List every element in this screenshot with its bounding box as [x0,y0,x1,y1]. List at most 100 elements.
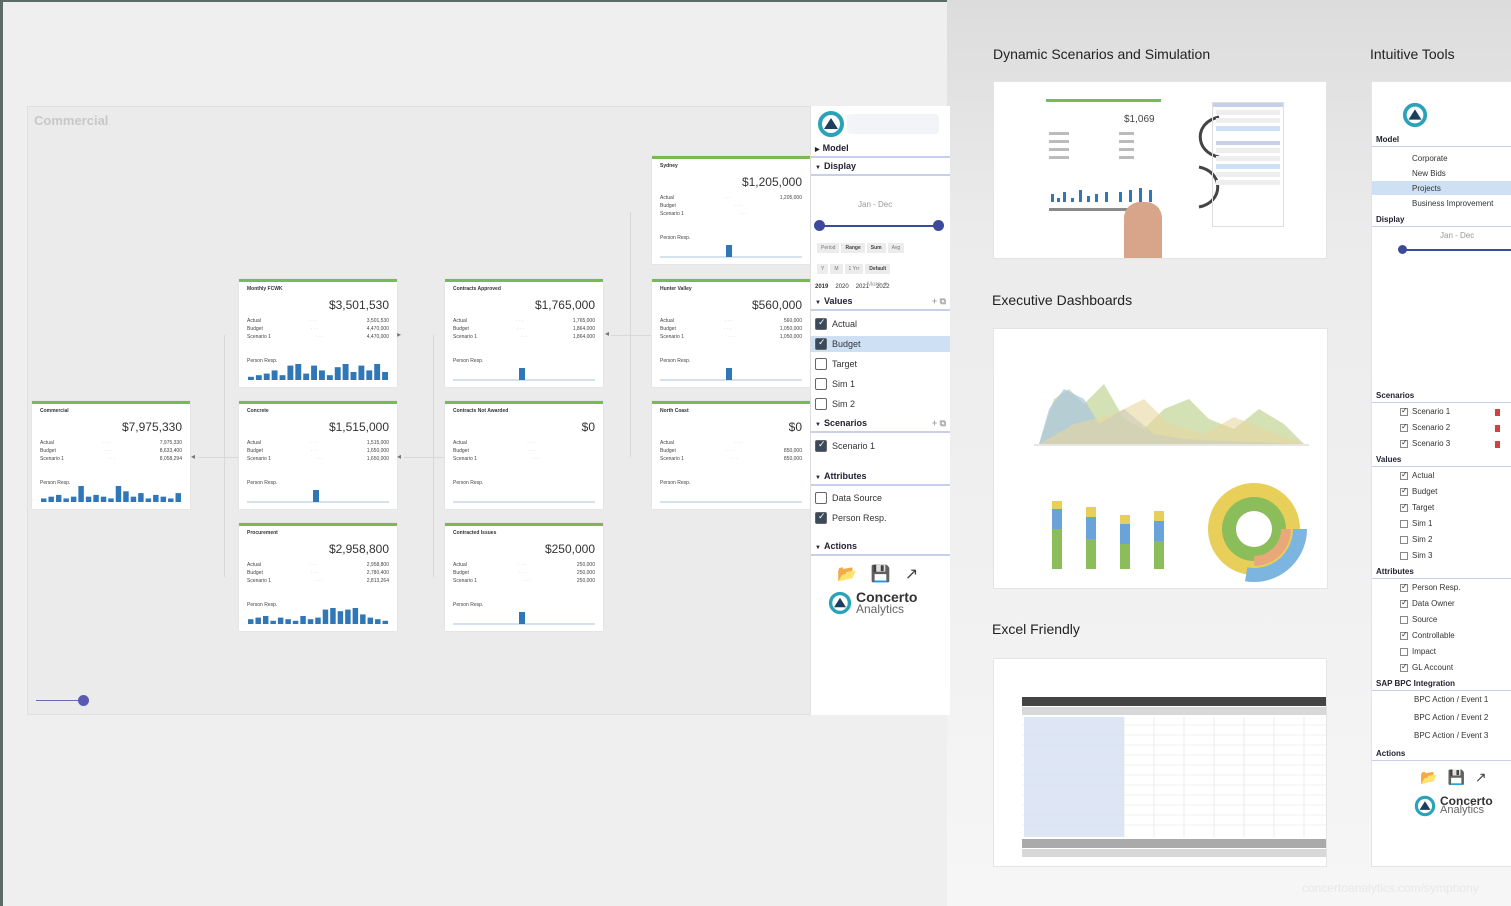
attribute-item[interactable]: Person Resp. [1400,582,1460,592]
checkbox-item[interactable]: Target [815,356,947,372]
scenario-item[interactable]: Scenario 2 [1400,422,1450,432]
checkbox[interactable] [1400,662,1408,672]
value-item[interactable]: Budget [1400,486,1437,496]
arrow-right-icon[interactable]: ▸ [397,330,401,339]
checkbox[interactable] [1400,615,1408,624]
add-copy-icon[interactable]: + ⧉ [932,296,946,307]
tools-section[interactable]: Scenarios [1372,391,1511,403]
scenario-item[interactable]: Scenario 3 [1400,438,1450,448]
section-actions[interactable]: ▼ Actions [811,541,950,556]
tools-range-track[interactable] [1402,249,1511,251]
checkbox[interactable] [815,492,827,504]
range-end-handle[interactable] [933,220,944,231]
checkbox[interactable] [815,378,827,390]
period-button[interactable]: Period [817,243,840,253]
model-item[interactable]: Business Improvement [1372,196,1511,210]
add-copy-icon[interactable]: + ⧉ [932,418,946,429]
default-button[interactable]: Default [865,264,891,274]
checkbox-item[interactable]: Person Resp. [815,510,947,526]
node-tile-commercial[interactable]: Commercial $7,975,330 Actual · · · 7,975,330… [32,401,190,509]
tools-section[interactable]: Display [1372,215,1511,227]
checkbox[interactable] [815,439,827,452]
node-tile-contracted-issues[interactable]: Contracted Issues $250,000 Actual · · · 250,… [445,523,603,631]
node-tile-concrete[interactable]: Concrete $1,515,000 Actual · · · 1,515,000 Bu… [239,401,397,509]
checkbox[interactable] [815,317,827,330]
period-range-track[interactable] [819,225,941,227]
node-tile-monthly-fcwk[interactable]: Monthly FCWK $3,501,530 Actual · · · 3,501,5… [239,279,397,387]
month-button[interactable]: M [830,264,843,274]
value-item[interactable]: Sim 2 [1400,535,1432,544]
section-display[interactable]: ▼ Display [811,161,950,176]
checkbox[interactable] [1400,582,1408,592]
attribute-item[interactable]: Source [1400,615,1437,624]
checkbox-item[interactable]: Budget [811,336,950,352]
model-item[interactable]: Projects [1372,181,1511,195]
node-tile-sydney[interactable]: Sydney $1,205,000 Actual · · · 1,205,000 Budg… [652,156,810,264]
year-button[interactable]: Y [817,264,829,274]
checkbox-item[interactable]: Sim 1 [815,376,947,392]
delete-icon[interactable] [1495,441,1500,448]
node-tile-hunter-valley[interactable]: Hunter Valley $560,000 Actual · · · 560,000 B… [652,279,810,387]
range-start-handle[interactable] [814,220,825,231]
value-item[interactable]: Actual [1400,470,1434,480]
checkbox[interactable] [1400,470,1408,480]
section-model[interactable]: ▶ Model [811,143,950,158]
node-tile-contracts-non-awarded[interactable]: Contracts Not Awarded $0 Actual · · · Budget… [445,401,603,509]
share-icon[interactable]: ↗ [905,564,918,584]
year-option[interactable]: 2019 [815,284,828,290]
checkbox-item[interactable]: Data Source [815,490,947,506]
tools-section[interactable]: Values [1372,455,1511,467]
save-icon[interactable]: 💾 [871,564,891,584]
delete-icon[interactable] [1495,425,1500,432]
checkbox[interactable] [1400,647,1408,656]
delete-icon[interactable] [1495,409,1500,416]
zoom-slider-handle[interactable] [78,695,89,706]
checkbox[interactable] [1400,519,1408,528]
checkbox[interactable] [1400,551,1408,560]
section-scenarios[interactable]: ▼ Scenarios + ⧉ [811,418,950,433]
checkbox[interactable] [1400,422,1408,432]
attribute-item[interactable]: GL Account [1400,662,1453,672]
range-button[interactable]: Range [841,243,865,253]
tools-section[interactable]: Actions [1372,749,1511,761]
value-item[interactable]: Sim 1 [1400,519,1432,528]
value-item[interactable]: Sim 3 [1400,551,1432,560]
year-option[interactable]: 2020 [835,284,848,290]
arrow-left-icon[interactable]: ◂ [605,329,609,338]
node-tile-north-coast[interactable]: North Coast $0 Actual · · · Budget · · · 850,0… [652,401,810,509]
open-folder-icon[interactable]: 📂 [1420,769,1437,786]
sap-action-item[interactable]: BPC Action / Event 1 [1414,695,1488,704]
checkbox[interactable] [1400,406,1408,416]
one-year-button[interactable]: 1 Yrr [844,264,864,274]
save-icon[interactable]: 💾 [1447,769,1464,786]
tools-section[interactable]: SAP BPC Integration [1372,679,1511,691]
value-item[interactable]: Target [1400,502,1434,512]
attribute-item[interactable]: Data Owner [1400,598,1455,608]
arrow-left-icon[interactable]: ◂ [397,452,401,461]
sum-button[interactable]: Sum [866,243,886,253]
more-toggle[interactable]: More ▼ [867,282,888,288]
open-folder-icon[interactable]: 📂 [837,564,857,584]
checkbox[interactable] [815,337,827,350]
attribute-item[interactable]: Controllable [1400,630,1455,640]
checkbox[interactable] [1400,598,1408,608]
section-attributes[interactable]: ▼ Attributes [811,471,950,486]
sap-action-item[interactable]: BPC Action / Event 3 [1414,731,1488,740]
node-tile-procurement[interactable]: Procurement $2,958,800 Actual · · · 2,958,80… [239,523,397,631]
checkbox[interactable] [815,358,827,370]
checkbox[interactable] [1400,486,1408,496]
checkbox-item[interactable]: Actual [815,316,947,332]
tools-section[interactable]: Attributes [1372,567,1511,579]
share-icon[interactable]: ↗ [1475,769,1487,786]
checkbox[interactable] [815,398,827,410]
tools-range-handle[interactable] [1398,245,1407,254]
attribute-item[interactable]: Impact [1400,647,1436,656]
sap-action-item[interactable]: BPC Action / Event 2 [1414,713,1488,722]
scenario-item[interactable]: Scenario 1 [1400,406,1450,416]
model-item[interactable]: New Bids [1372,166,1511,180]
section-values[interactable]: ▼ Values + ⧉ [811,296,950,311]
checkbox[interactable] [1400,502,1408,512]
arrow-left-icon[interactable]: ◂ [191,452,195,461]
avg-button[interactable]: Avg [887,243,905,253]
checkbox-item[interactable]: Scenario 1 [815,438,947,454]
